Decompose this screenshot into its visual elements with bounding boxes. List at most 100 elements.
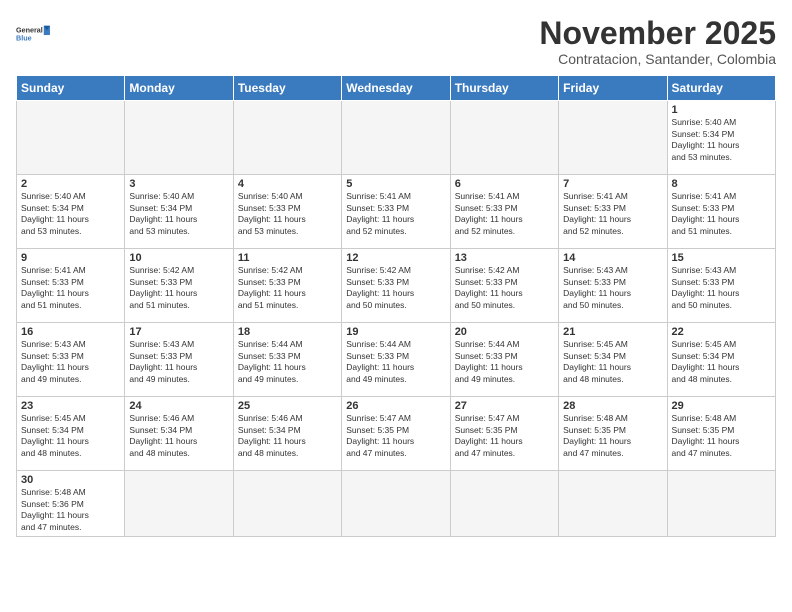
day-number: 2 [21, 178, 120, 190]
day-info: Sunrise: 5:40 AM Sunset: 5:33 PM Dayligh… [238, 191, 337, 237]
calendar-cell: 4Sunrise: 5:40 AM Sunset: 5:33 PM Daylig… [233, 175, 341, 249]
header-day-friday: Friday [559, 76, 667, 101]
day-info: Sunrise: 5:43 AM Sunset: 5:33 PM Dayligh… [672, 265, 771, 311]
day-number: 25 [238, 400, 337, 412]
day-info: Sunrise: 5:48 AM Sunset: 5:35 PM Dayligh… [563, 413, 662, 459]
day-number: 18 [238, 326, 337, 338]
day-info: Sunrise: 5:40 AM Sunset: 5:34 PM Dayligh… [672, 117, 771, 163]
day-number: 26 [346, 400, 445, 412]
calendar-cell: 3Sunrise: 5:40 AM Sunset: 5:34 PM Daylig… [125, 175, 233, 249]
logo-icon: GeneralBlue [16, 16, 52, 52]
calendar-cell: 23Sunrise: 5:45 AM Sunset: 5:34 PM Dayli… [17, 397, 125, 471]
day-number: 21 [563, 326, 662, 338]
calendar-cell: 14Sunrise: 5:43 AM Sunset: 5:33 PM Dayli… [559, 249, 667, 323]
calendar-cell [559, 471, 667, 537]
calendar-cell: 29Sunrise: 5:48 AM Sunset: 5:35 PM Dayli… [667, 397, 775, 471]
calendar-week-row: 16Sunrise: 5:43 AM Sunset: 5:33 PM Dayli… [17, 323, 776, 397]
day-info: Sunrise: 5:40 AM Sunset: 5:34 PM Dayligh… [129, 191, 228, 237]
calendar-cell: 17Sunrise: 5:43 AM Sunset: 5:33 PM Dayli… [125, 323, 233, 397]
calendar-week-row: 1Sunrise: 5:40 AM Sunset: 5:34 PM Daylig… [17, 101, 776, 175]
calendar-cell [125, 471, 233, 537]
day-info: Sunrise: 5:47 AM Sunset: 5:35 PM Dayligh… [346, 413, 445, 459]
day-info: Sunrise: 5:44 AM Sunset: 5:33 PM Dayligh… [455, 339, 554, 385]
calendar-cell: 20Sunrise: 5:44 AM Sunset: 5:33 PM Dayli… [450, 323, 558, 397]
calendar-cell: 21Sunrise: 5:45 AM Sunset: 5:34 PM Dayli… [559, 323, 667, 397]
calendar-cell [17, 101, 125, 175]
day-info: Sunrise: 5:48 AM Sunset: 5:36 PM Dayligh… [21, 487, 120, 533]
day-info: Sunrise: 5:44 AM Sunset: 5:33 PM Dayligh… [346, 339, 445, 385]
calendar-cell [233, 471, 341, 537]
day-number: 3 [129, 178, 228, 190]
calendar-cell: 2Sunrise: 5:40 AM Sunset: 5:34 PM Daylig… [17, 175, 125, 249]
day-number: 12 [346, 252, 445, 264]
calendar-cell: 9Sunrise: 5:41 AM Sunset: 5:33 PM Daylig… [17, 249, 125, 323]
calendar-cell: 15Sunrise: 5:43 AM Sunset: 5:33 PM Dayli… [667, 249, 775, 323]
title-block: November 2025 Contratacion, Santander, C… [539, 16, 776, 67]
header-day-wednesday: Wednesday [342, 76, 450, 101]
calendar-cell [342, 471, 450, 537]
header-day-tuesday: Tuesday [233, 76, 341, 101]
day-info: Sunrise: 5:44 AM Sunset: 5:33 PM Dayligh… [238, 339, 337, 385]
day-info: Sunrise: 5:40 AM Sunset: 5:34 PM Dayligh… [21, 191, 120, 237]
day-number: 1 [672, 104, 771, 116]
calendar-week-row: 30Sunrise: 5:48 AM Sunset: 5:36 PM Dayli… [17, 471, 776, 537]
day-number: 24 [129, 400, 228, 412]
day-number: 28 [563, 400, 662, 412]
day-number: 13 [455, 252, 554, 264]
calendar-cell: 12Sunrise: 5:42 AM Sunset: 5:33 PM Dayli… [342, 249, 450, 323]
day-number: 15 [672, 252, 771, 264]
calendar-week-row: 23Sunrise: 5:45 AM Sunset: 5:34 PM Dayli… [17, 397, 776, 471]
day-info: Sunrise: 5:41 AM Sunset: 5:33 PM Dayligh… [455, 191, 554, 237]
day-info: Sunrise: 5:46 AM Sunset: 5:34 PM Dayligh… [129, 413, 228, 459]
header-day-monday: Monday [125, 76, 233, 101]
day-info: Sunrise: 5:43 AM Sunset: 5:33 PM Dayligh… [129, 339, 228, 385]
header-day-thursday: Thursday [450, 76, 558, 101]
day-number: 10 [129, 252, 228, 264]
day-number: 16 [21, 326, 120, 338]
calendar-cell: 5Sunrise: 5:41 AM Sunset: 5:33 PM Daylig… [342, 175, 450, 249]
calendar-cell [450, 471, 558, 537]
day-number: 30 [21, 474, 120, 486]
svg-text:Blue: Blue [16, 34, 32, 43]
subtitle: Contratacion, Santander, Colombia [539, 51, 776, 67]
day-number: 19 [346, 326, 445, 338]
day-info: Sunrise: 5:42 AM Sunset: 5:33 PM Dayligh… [238, 265, 337, 311]
calendar-week-row: 9Sunrise: 5:41 AM Sunset: 5:33 PM Daylig… [17, 249, 776, 323]
calendar-cell: 18Sunrise: 5:44 AM Sunset: 5:33 PM Dayli… [233, 323, 341, 397]
calendar-cell: 8Sunrise: 5:41 AM Sunset: 5:33 PM Daylig… [667, 175, 775, 249]
day-info: Sunrise: 5:43 AM Sunset: 5:33 PM Dayligh… [21, 339, 120, 385]
day-info: Sunrise: 5:46 AM Sunset: 5:34 PM Dayligh… [238, 413, 337, 459]
calendar-table: SundayMondayTuesdayWednesdayThursdayFrid… [16, 75, 776, 537]
day-info: Sunrise: 5:41 AM Sunset: 5:33 PM Dayligh… [346, 191, 445, 237]
day-number: 6 [455, 178, 554, 190]
calendar-cell [667, 471, 775, 537]
calendar-cell: 11Sunrise: 5:42 AM Sunset: 5:33 PM Dayli… [233, 249, 341, 323]
month-title: November 2025 [539, 16, 776, 51]
svg-text:General: General [16, 25, 43, 34]
day-number: 11 [238, 252, 337, 264]
day-info: Sunrise: 5:43 AM Sunset: 5:33 PM Dayligh… [563, 265, 662, 311]
day-number: 29 [672, 400, 771, 412]
day-number: 23 [21, 400, 120, 412]
calendar-cell: 26Sunrise: 5:47 AM Sunset: 5:35 PM Dayli… [342, 397, 450, 471]
calendar-cell: 24Sunrise: 5:46 AM Sunset: 5:34 PM Dayli… [125, 397, 233, 471]
calendar-cell: 19Sunrise: 5:44 AM Sunset: 5:33 PM Dayli… [342, 323, 450, 397]
day-info: Sunrise: 5:42 AM Sunset: 5:33 PM Dayligh… [346, 265, 445, 311]
day-info: Sunrise: 5:45 AM Sunset: 5:34 PM Dayligh… [563, 339, 662, 385]
calendar-cell: 16Sunrise: 5:43 AM Sunset: 5:33 PM Dayli… [17, 323, 125, 397]
header-day-saturday: Saturday [667, 76, 775, 101]
day-number: 9 [21, 252, 120, 264]
day-number: 17 [129, 326, 228, 338]
day-number: 22 [672, 326, 771, 338]
day-info: Sunrise: 5:41 AM Sunset: 5:33 PM Dayligh… [563, 191, 662, 237]
calendar-cell: 27Sunrise: 5:47 AM Sunset: 5:35 PM Dayli… [450, 397, 558, 471]
day-number: 20 [455, 326, 554, 338]
day-info: Sunrise: 5:45 AM Sunset: 5:34 PM Dayligh… [21, 413, 120, 459]
page: GeneralBlue November 2025 Contratacion, … [0, 0, 792, 547]
day-info: Sunrise: 5:41 AM Sunset: 5:33 PM Dayligh… [672, 191, 771, 237]
calendar-cell [450, 101, 558, 175]
header: GeneralBlue November 2025 Contratacion, … [16, 16, 776, 67]
calendar-cell [559, 101, 667, 175]
calendar-cell: 28Sunrise: 5:48 AM Sunset: 5:35 PM Dayli… [559, 397, 667, 471]
calendar-cell [125, 101, 233, 175]
